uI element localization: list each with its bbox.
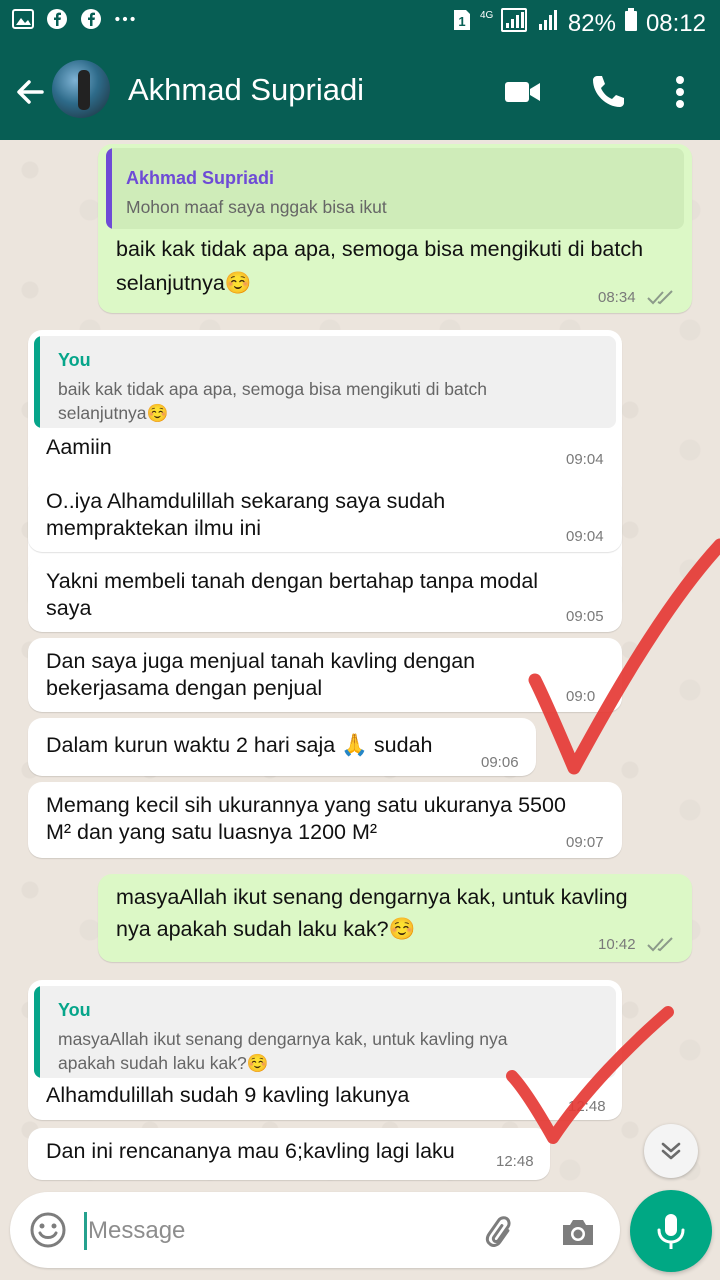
sim-badge-text: 1 (458, 14, 465, 29)
message-time: 09:0 (566, 688, 596, 705)
message-text: Dan ini rencananya mau 6;kavling lagi la… (46, 1139, 455, 1163)
quote-bar (34, 986, 40, 1078)
message-bubble-incoming[interactable]: O..iya Alhamdulillah sekarang saya sudah… (28, 478, 622, 552)
signal-icon (538, 8, 560, 39)
quote-text: masyaAllah ikut senang dengarnya kak, un… (58, 1029, 508, 1049)
status-bar: 1 4G 82% 08:12 (0, 0, 720, 44)
facebook-icon (80, 8, 102, 30)
quote-text: Mohon maaf saya nggak bisa ikut (126, 197, 387, 217)
facebook-icon (46, 8, 68, 30)
sim-icon: 1 (452, 8, 472, 39)
camera-icon[interactable] (558, 1212, 598, 1252)
message-text-line: mempraktekan ilmu ini (46, 516, 262, 540)
message-text-line: Memang kecil sih ukurannya yang satu uku… (46, 793, 566, 817)
attach-paperclip-icon[interactable] (480, 1212, 520, 1252)
quote-author: Akhmad Supriadi (126, 168, 275, 188)
quote-bar (106, 148, 112, 229)
quote-author: You (58, 350, 91, 370)
message-text: Alhamdulillah sudah 9 kavling lakunya (46, 1083, 410, 1107)
message-text-line: masyaAllah ikut senang dengarnya kak, un… (116, 885, 628, 909)
message-text-line: bekerjasama dengan penjual (46, 676, 323, 700)
message-composer (10, 1192, 620, 1268)
signal-4g-icon: 4G (480, 6, 530, 41)
battery-icon (624, 8, 638, 39)
message-bubble-incoming[interactable]: Dalam kurun waktu 2 hari saja 🙏 sudah 09… (28, 718, 536, 776)
message-text-line: nya apakah sudah laku kak?☺️ (116, 917, 416, 941)
message-text-line: baik kak tidak apa apa, semoga bisa meng… (116, 237, 644, 261)
message-bubble-incoming[interactable]: Memang kecil sih ukurannya yang satu uku… (28, 782, 622, 858)
avatar[interactable] (52, 60, 110, 118)
chat-header: Akhmad Supriadi (0, 44, 720, 140)
clock: 08:12 (645, 9, 706, 37)
quoted-message[interactable]: You masyaAllah ikut senang dengarnya kak… (34, 986, 616, 1078)
microphone-icon (657, 1214, 685, 1249)
network-type: 4G (480, 10, 494, 21)
message-text-line: saya (46, 596, 92, 620)
quote-text: selanjutnya☺️ (58, 403, 169, 423)
video-call-icon[interactable] (502, 72, 542, 112)
image-icon (12, 8, 34, 30)
message-text: Aamiin (46, 435, 112, 459)
message-bubble-outgoing[interactable]: Akhmad Supriadi Mohon maaf saya nggak bi… (98, 144, 692, 313)
message-bubble-incoming[interactable]: Yakni membeli tanah dengan bertahap tanp… (28, 558, 622, 632)
message-time: 10:42 (598, 936, 636, 953)
message-bubble-incoming[interactable]: Dan ini rencananya mau 6;kavling lagi la… (28, 1128, 550, 1180)
double-check-icon (647, 290, 673, 305)
message-time: 08:34 (598, 289, 636, 306)
message-bubble-incoming[interactable]: Dan saya juga menjual tanah kavling deng… (28, 638, 622, 712)
message-time: 09:05 (566, 608, 604, 625)
quote-text: apakah sudah laku kak?☺️ (58, 1053, 269, 1073)
message-time: 12:48 (496, 1153, 534, 1170)
message-time: 12:48 (568, 1098, 606, 1115)
message-text-line: M² dan yang satu luasnya 1200 M² (46, 820, 378, 844)
contact-name[interactable]: Akhmad Supriadi (128, 72, 364, 108)
message-input[interactable] (86, 1208, 450, 1254)
emoji-icon[interactable] (28, 1210, 68, 1250)
more-dots-icon (114, 8, 136, 30)
message-text-line: O..iya Alhamdulillah sekarang saya sudah (46, 489, 446, 513)
message-time: 09:06 (481, 754, 519, 771)
message-text-line: Dan saya juga menjual tanah kavling deng… (46, 649, 476, 673)
quote-author: You (58, 1000, 91, 1020)
double-check-icon (647, 937, 673, 952)
voice-call-icon[interactable] (588, 72, 628, 112)
message-time: 09:07 (566, 834, 604, 851)
scroll-to-bottom-button[interactable] (644, 1124, 698, 1178)
menu-more-icon[interactable] (662, 72, 698, 112)
battery-percent: 82% (567, 9, 616, 37)
chevron-double-down-icon (661, 1142, 681, 1160)
message-text-line: Yakni membeli tanah dengan bertahap tanp… (46, 569, 539, 593)
quoted-message[interactable]: Akhmad Supriadi Mohon maaf saya nggak bi… (106, 148, 684, 229)
quote-text: baik kak tidak apa apa, semoga bisa meng… (58, 379, 488, 399)
message-text-line: selanjutnya☺️ (116, 271, 252, 295)
message-bubble-outgoing[interactable]: masyaAllah ikut senang dengarnya kak, un… (98, 874, 692, 962)
message-text: Dalam kurun waktu 2 hari saja 🙏 sudah (46, 733, 433, 757)
message-time: 09:04 (566, 528, 604, 545)
voice-record-button[interactable] (630, 1190, 712, 1272)
message-bubble-incoming[interactable]: You masyaAllah ikut senang dengarnya kak… (28, 980, 622, 1120)
back-arrow-icon[interactable] (12, 74, 48, 110)
message-time: 09:04 (566, 451, 604, 468)
chat-area[interactable]: Akhmad Supriadi Mohon maaf saya nggak bi… (0, 140, 720, 1190)
quote-bar (34, 336, 40, 428)
quoted-message[interactable]: You baik kak tidak apa apa, semoga bisa … (34, 336, 616, 428)
